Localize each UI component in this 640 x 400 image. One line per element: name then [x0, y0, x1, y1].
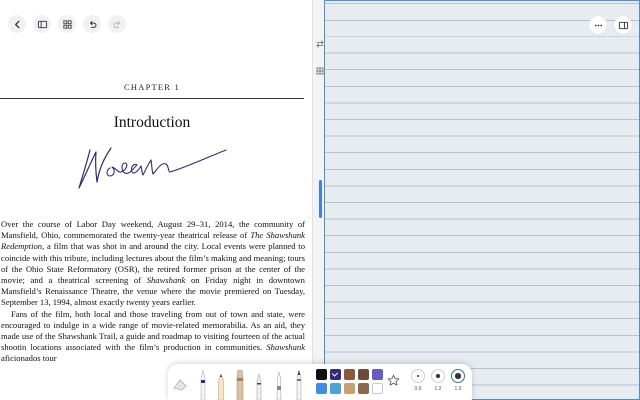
size-label: 1.2	[434, 386, 442, 392]
split-view-button[interactable]	[614, 16, 632, 34]
size-label: 0.6	[414, 386, 422, 392]
stroke-size-option[interactable]: 1.2	[428, 369, 448, 392]
chevron-left-icon	[14, 20, 20, 28]
star-icon[interactable]	[387, 374, 400, 387]
notebook-page[interactable]	[324, 0, 640, 400]
color-swatch[interactable]	[330, 369, 341, 380]
pencil-icon	[218, 374, 224, 400]
color-swatch[interactable]	[344, 369, 355, 380]
resize-handle[interactable]	[319, 180, 322, 218]
size-ring	[431, 369, 445, 383]
split-view-icon	[618, 21, 628, 29]
color-swatch[interactable]	[316, 369, 327, 380]
fineliner-tool[interactable]	[254, 374, 264, 400]
sidebar-toggle-button[interactable]	[33, 15, 51, 33]
ballpoint-icon	[276, 372, 282, 400]
size-dot	[455, 373, 461, 379]
eraser-tool[interactable]	[172, 376, 188, 392]
marker-tool[interactable]	[234, 370, 246, 400]
chapter-title: Introduction	[113, 114, 191, 131]
size-label: 1.9	[454, 386, 462, 392]
more-options-button[interactable]	[589, 16, 607, 34]
eraser-icon	[173, 379, 187, 391]
body-text-run: aficionados tour	[1, 353, 57, 364]
undo-icon	[89, 20, 96, 28]
color-swatch[interactable]	[358, 369, 369, 380]
size-dot	[417, 375, 419, 377]
more-icon	[594, 24, 602, 26]
body-text-run: locations	[26, 342, 62, 353]
body-paragraph: Fans of the film, both local and those t…	[1, 309, 305, 365]
fountain-pen-tool[interactable]	[198, 370, 208, 400]
pencil-tool[interactable]	[216, 374, 226, 400]
italic-title-text: Shawshank	[266, 342, 306, 353]
stroke-size-selector: 0.6 1.2 1.9	[408, 369, 468, 392]
page-layout-icon[interactable]	[316, 67, 324, 75]
italic-title-text: Shawshank	[146, 275, 186, 286]
stroke-size-option[interactable]: 1.9	[448, 369, 468, 392]
color-swatch[interactable]	[358, 383, 369, 394]
sidebar-icon	[37, 20, 47, 28]
book-reader-pane: CHAPTER 1 Introduction Over the course o…	[0, 0, 312, 400]
body-paragraph: Over the course of Labor Day weekend, Au…	[1, 219, 305, 309]
swap-icon[interactable]	[316, 40, 324, 48]
grid-view-button[interactable]	[58, 15, 76, 33]
pen-toolbar: 0.6 1.2 1.9	[168, 364, 472, 400]
color-swatch[interactable]	[316, 383, 327, 394]
brush-tool[interactable]	[294, 370, 304, 400]
stroke-size-option[interactable]: 0.6	[408, 369, 428, 392]
fountain-pen-icon	[200, 370, 206, 400]
size-ring	[451, 369, 465, 383]
size-ring	[411, 369, 425, 383]
chapter-rule	[0, 98, 304, 99]
brush-icon	[296, 370, 302, 400]
body-text-run: associated with the film’s production in	[61, 342, 212, 353]
signature-drawing	[78, 147, 227, 189]
book-body-text: Over the course of Labor Day weekend, Au…	[1, 219, 305, 365]
color-swatch[interactable]	[330, 383, 341, 394]
chapter-label: CHAPTER 1	[124, 82, 180, 92]
split-divider[interactable]	[312, 0, 324, 400]
undo-button[interactable]	[83, 15, 101, 33]
fineliner-icon	[256, 374, 262, 400]
marker-icon	[236, 370, 244, 400]
color-swatch[interactable]	[372, 369, 383, 380]
redo-button[interactable]	[108, 15, 126, 33]
color-swatch[interactable]	[344, 383, 355, 394]
ballpoint-tool[interactable]	[274, 372, 284, 400]
redo-icon	[113, 20, 120, 28]
back-button[interactable]	[8, 15, 26, 33]
color-swatch[interactable]	[372, 383, 383, 394]
body-text-run: communities.	[211, 342, 267, 353]
color-palette	[316, 369, 383, 394]
size-dot	[436, 374, 440, 378]
grid-icon	[62, 19, 72, 29]
